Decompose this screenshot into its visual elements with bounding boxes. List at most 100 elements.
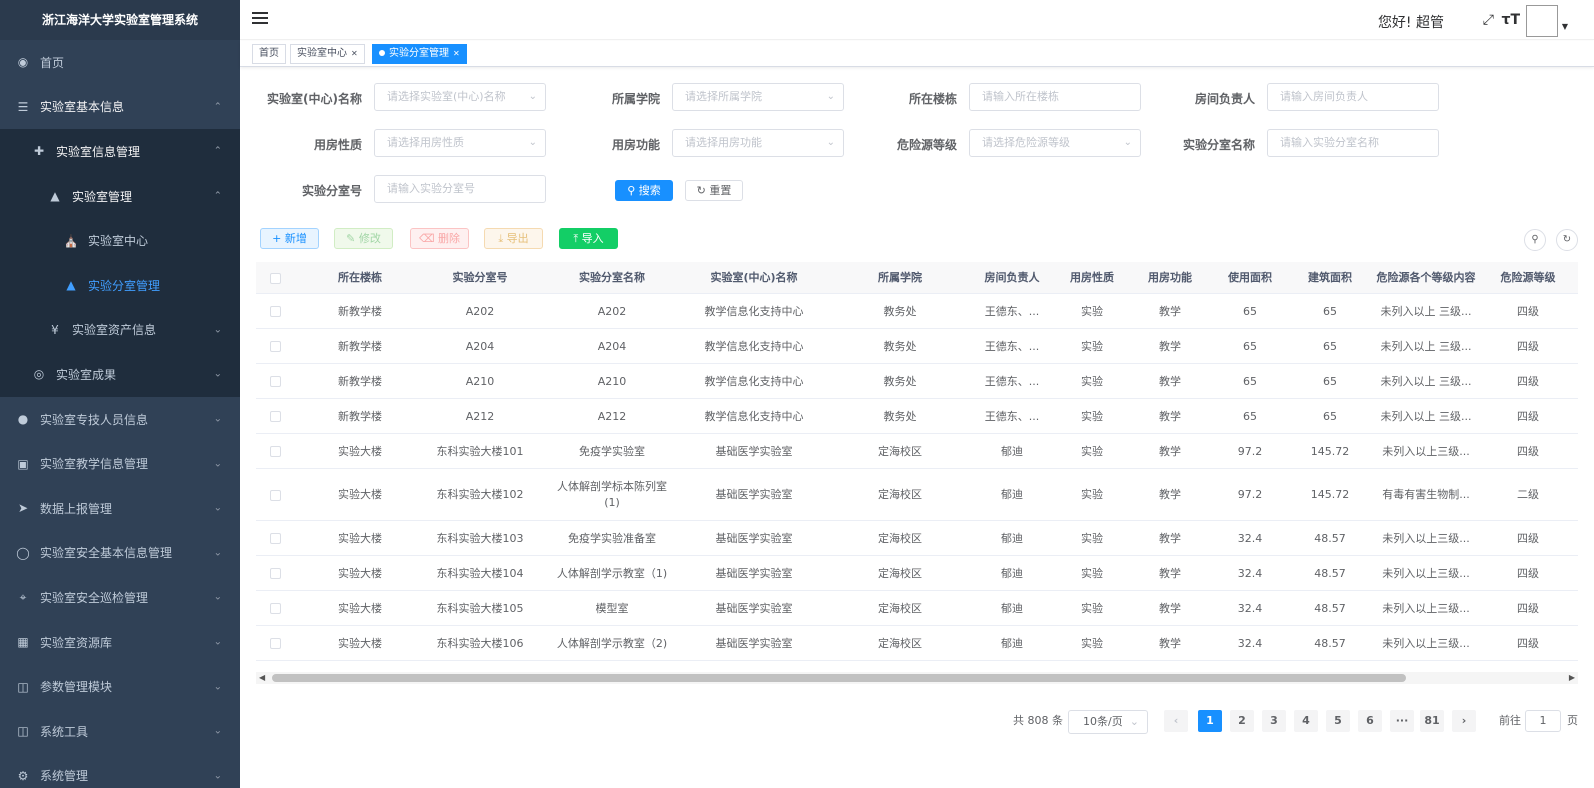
sidebar-item-sys-tools[interactable]: ◫ 系统工具 ⌄	[0, 709, 240, 754]
lab-center-select[interactable]: 请选择实验室(中心)名称 ⌄	[374, 83, 546, 111]
sidebar-item-safety-patrol[interactable]: ⌖ 实验室安全巡检管理 ⌄	[0, 575, 240, 620]
goto-label: 前往	[1499, 714, 1521, 727]
page-number-button[interactable]: 2	[1230, 710, 1254, 732]
sidebar-item-teaching[interactable]: ▣ 实验室教学信息管理 ⌄	[0, 441, 240, 486]
goto-page-input[interactable]: 1	[1525, 710, 1561, 732]
select-all-checkbox[interactable]	[270, 273, 281, 284]
row-checkbox[interactable]	[270, 638, 281, 649]
close-icon[interactable]: ✕	[453, 49, 460, 58]
row-checkbox[interactable]	[270, 603, 281, 614]
sidebar: 浙江海洋大学实验室管理系统 ◉ 首页 ☰ 实验室基本信息 ⌃ ✚ 实验室信息管理…	[0, 0, 240, 788]
close-icon[interactable]: ✕	[351, 49, 358, 58]
sidebar-item-safety-info[interactable]: ◯ 实验室安全基本信息管理 ⌄	[0, 531, 240, 576]
font-size-icon[interactable]: τT	[1502, 12, 1520, 28]
page-number-button[interactable]: 3	[1262, 710, 1286, 732]
app-root: 浙江海洋大学实验室管理系统 ◉ 首页 ☰ 实验室基本信息 ⌃ ✚ 实验室信息管理…	[0, 0, 1594, 788]
search-toggle-icon[interactable]: ⚲	[1524, 229, 1546, 251]
scroll-right-icon[interactable]: ▶	[1569, 672, 1575, 684]
table-row[interactable]: 新教学楼 A202 A202 教学信息化支持中心 教务处 王德东、... 实验 教学 65 65 未…	[256, 294, 1578, 329]
page-number-button[interactable]: 4	[1294, 710, 1318, 732]
sidebar-item-home[interactable]: ◉ 首页	[0, 40, 240, 85]
table-row[interactable]: 实验大楼 东科实验大楼104 人体解剖学示教室（1) 基础医学实验室 定海校区 郁迪 实验教…	[256, 556, 1578, 591]
row-checkbox[interactable]	[270, 376, 281, 387]
table-cell: A202	[597, 304, 627, 318]
page-number-button[interactable]: 5	[1326, 710, 1350, 732]
table-cell: A204	[597, 339, 627, 353]
page-suffix: 页	[1567, 714, 1578, 727]
table-row[interactable]: 实验大楼 东科实验大楼101 免疫学实验室 基础医学实验室 定海校区 郁迪 实验 教学 97.2…	[256, 434, 1578, 469]
row-checkbox[interactable]	[270, 568, 281, 579]
fullscreen-icon[interactable]: ⤢	[1483, 12, 1494, 28]
search-button[interactable]: ⚲ 搜索	[615, 180, 673, 201]
page-number-button[interactable]: ···	[1390, 710, 1414, 732]
sidebar-item-label: 实验室中心	[88, 234, 149, 249]
sidebar-item-params[interactable]: ◫ 参数管理模块 ⌄	[0, 664, 240, 709]
sidebar-item-lab-center[interactable]: ⛪ 实验室中心	[0, 218, 240, 263]
edit-button[interactable]: ✎ 修改	[334, 228, 393, 249]
reset-button[interactable]: ↻ 重置	[685, 180, 743, 201]
table-row[interactable]: 实验大楼 东科实验大楼106 人体解剖学示教室（2) 基础医学实验室 定海校区 郁迪 实验教…	[256, 626, 1578, 661]
table-cell: 免疫学实验准备室	[568, 531, 656, 545]
page-number-button[interactable]: 1	[1198, 710, 1222, 732]
row-checkbox[interactable]	[270, 341, 281, 352]
grid-icon: ▦	[17, 635, 29, 650]
sidebar-item-data-report[interactable]: ➤ 数据上报管理 ⌄	[0, 486, 240, 531]
delete-button[interactable]: ⌫ 删除	[410, 228, 469, 249]
scroll-thumb[interactable]	[272, 674, 1406, 682]
sidebar-item-lab-assets[interactable]: ¥ 实验室资产信息 ⌄	[0, 307, 240, 353]
table-row[interactable]: 新教学楼 A210 A210 教学信息化支持中心 教务处 王德东、... 实验 教学 65 65 未…	[256, 364, 1578, 399]
add-button[interactable]: + 新增	[260, 228, 319, 249]
import-button[interactable]: ⤒ 导入	[559, 228, 618, 249]
table-cell: 四级	[1517, 601, 1539, 615]
table-cell: 新教学楼	[338, 304, 382, 318]
building-input[interactable]: 请输入所在楼栋	[969, 83, 1141, 111]
sidebar-item-staff[interactable]: ● 实验室专技人员信息 ⌄	[0, 397, 240, 442]
page-size-select[interactable]: 10条/页 ⌄	[1068, 710, 1148, 734]
table-row[interactable]: 实验大楼 东科实验大楼102 人体解剖学标本陈列室(1) 基础医学实验室 定海校区 郁迪实…	[256, 469, 1578, 521]
sublab-name-input[interactable]: 请输入实验分室名称	[1267, 129, 1439, 157]
table-row[interactable]: 新教学楼 A212 A212 教学信息化支持中心 教务处 王德东、... 实验 教学 65 65 未…	[256, 399, 1578, 434]
scroll-left-icon[interactable]: ◀	[259, 672, 265, 684]
button-label: 修改	[358, 232, 381, 245]
row-checkbox[interactable]	[270, 489, 281, 501]
row-checkbox[interactable]	[270, 306, 281, 317]
tag-sublab-manage[interactable]: 实验分室管理 ✕	[372, 44, 467, 64]
next-page-button[interactable]: ›	[1452, 710, 1476, 732]
tag-home[interactable]: 首页	[252, 44, 286, 64]
hamburger-icon[interactable]	[252, 12, 268, 26]
hazard-level-select[interactable]: 请选择危险源等级 ⌄	[969, 129, 1141, 157]
table-cell: 新教学楼	[338, 409, 382, 423]
room-manager-input[interactable]: 请输入房间负责人	[1267, 83, 1439, 111]
sidebar-item-sublab-manage[interactable]: ▲ 实验分室管理	[0, 262, 240, 308]
row-checkbox[interactable]	[270, 446, 281, 457]
avatar[interactable]	[1526, 5, 1558, 37]
sublab-number-input[interactable]: 请输入实验分室号	[374, 175, 546, 203]
sidebar-item-lab-info-manage[interactable]: ✚ 实验室信息管理 ⌃	[0, 129, 240, 174]
refresh-icon[interactable]: ↻	[1556, 229, 1578, 251]
row-checkbox[interactable]	[270, 533, 281, 544]
sidebar-item-lab-basic-info[interactable]: ☰ 实验室基本信息 ⌃	[0, 85, 240, 130]
table-row[interactable]: 实验大楼 东科实验大楼103 免疫学实验准备室 基础医学实验室 定海校区 郁迪 实验 教学 32…	[256, 521, 1578, 556]
college-select[interactable]: 请选择所属学院 ⌄	[672, 83, 844, 111]
page-number-button[interactable]: 6	[1358, 710, 1382, 732]
room-nature-select[interactable]: 请选择用房性质 ⌄	[374, 129, 546, 157]
sidebar-item-lab-results[interactable]: ◎ 实验室成果 ⌄	[0, 352, 240, 397]
table-row[interactable]: 实验大楼 东科实验大楼105 模型室 基础医学实验室 定海校区 郁迪 实验 教学 32.4 48.…	[256, 591, 1578, 626]
sidebar-item-label: 实验室安全基本信息管理	[40, 546, 173, 561]
table-cell: 基础医学实验室	[715, 444, 793, 458]
sidebar-item-sys-manage[interactable]: ⚙ 系统管理 ⌄	[0, 754, 240, 788]
export-button[interactable]: ⤓ 导出	[484, 228, 543, 249]
page-number-button[interactable]: 81	[1420, 710, 1444, 732]
horizontal-scrollbar[interactable]: ◀ ▶	[256, 672, 1578, 684]
sidebar-item-lab-manage[interactable]: ▲ 实验室管理 ⌃	[0, 173, 240, 219]
sidebar-item-resources[interactable]: ▦ 实验室资源库 ⌄	[0, 620, 240, 665]
table-row[interactable]: 新教学楼 A204 A204 教学信息化支持中心 教务处 王德东、... 实验 教学 65 65 未…	[256, 329, 1578, 364]
row-checkbox[interactable]	[270, 411, 281, 422]
prev-page-button[interactable]: ‹	[1164, 710, 1188, 732]
tag-lab-center[interactable]: 实验室中心 ✕	[290, 44, 365, 64]
button-label: 删除	[438, 232, 461, 245]
caret-down-icon[interactable]: ▼	[1562, 22, 1568, 31]
room-function-select[interactable]: 请选择用房功能 ⌄	[672, 129, 844, 157]
trash-icon: ⌫	[418, 232, 439, 245]
tag-label: 首页	[259, 48, 279, 59]
